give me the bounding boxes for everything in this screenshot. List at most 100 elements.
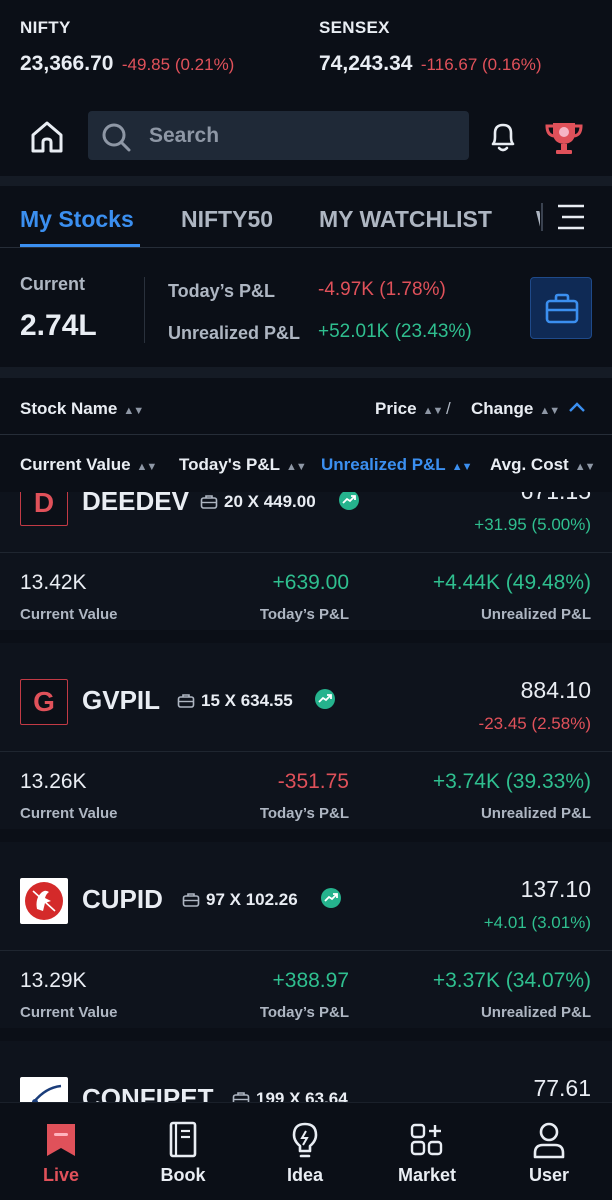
nav-label: Live <box>42 1165 80 1185</box>
nav-market[interactable]: Market <box>366 1103 488 1200</box>
holding-qty-text: 20 X 449.00 <box>224 492 316 511</box>
header-slash: / <box>446 399 451 418</box>
index-value: 74,243.34 <box>319 52 413 75</box>
card-divider <box>0 552 612 553</box>
tab-my-stocks[interactable]: My Stocks <box>20 206 134 233</box>
holding-qty: 97 X 102.26 <box>182 890 298 910</box>
unrealized-pl: +3.37K (34.07%) <box>432 969 591 992</box>
todays-pl-label: Today’s P&L <box>168 281 276 301</box>
briefcase-icon <box>545 293 579 324</box>
sort-stock-name[interactable]: Stock Name ▲▼ <box>20 399 144 419</box>
stock-change: +31.95 (5.00%) <box>474 515 591 534</box>
stock-logo <box>20 878 68 924</box>
sort-price[interactable]: Price ▲▼ <box>375 399 443 419</box>
active-tab-indicator <box>20 244 140 247</box>
chevron-up-icon[interactable] <box>568 400 586 414</box>
todays-pl: +639.00 <box>272 571 350 594</box>
index-value: 23,366.70 <box>20 52 114 75</box>
briefcase-icon <box>200 495 218 509</box>
portfolio-summary: Current 2.74L Today’s P&L -4.97K (1.78%)… <box>0 249 612 367</box>
stock-price: 77.61 <box>533 1075 591 1101</box>
tab-my-watchlist[interactable]: MY WATCHLIST <box>319 206 492 233</box>
nav-user[interactable]: User <box>488 1103 610 1200</box>
holding-qty-text: 97 X 102.26 <box>206 890 298 909</box>
menu-icon[interactable] <box>540 200 588 234</box>
live-icon <box>47 1124 75 1156</box>
current-value: 2.74L <box>20 309 97 342</box>
index-nifty[interactable]: NIFTY 23,366.70 -49.85 (0.21%) <box>20 18 234 76</box>
sort-todays-pl[interactable]: Today's P&L ▲▼ <box>179 455 307 475</box>
current-value: 13.26K <box>20 770 87 793</box>
bulb-icon <box>292 1122 318 1158</box>
card-divider <box>0 751 612 752</box>
current-value-label: Current Value <box>20 1004 118 1021</box>
sort-arrows-icon: ▲▼ <box>136 461 158 473</box>
stock-symbol: CONFIPET <box>82 1083 214 1102</box>
index-change: -116.67 (0.16%) <box>420 55 542 74</box>
sort-label: Stock Name <box>20 399 118 418</box>
holding-qty: 15 X 634.55 <box>177 691 293 711</box>
tab-nifty50[interactable]: NIFTY50 <box>181 206 273 233</box>
cupid-logo-icon <box>25 882 63 920</box>
current-value-label: Current Value <box>20 805 118 822</box>
index-sensex[interactable]: SENSEX 74,243.34 -116.67 (0.16%) <box>319 18 542 76</box>
stock-logo: G <box>20 679 68 725</box>
sort-label: Change <box>471 399 534 418</box>
stock-symbol: GVPIL <box>82 685 161 715</box>
search-placeholder: Search <box>149 124 220 147</box>
section-separator <box>0 367 612 378</box>
stock-list[interactable]: D DEEDEV 20 X 449.00 671.15 +31.95 (5.00… <box>0 492 612 1102</box>
briefcase-button[interactable] <box>530 277 592 339</box>
briefcase-icon <box>177 694 195 708</box>
sort-change[interactable]: Change ▲▼ <box>471 399 560 419</box>
unrealized-pl-label: Unrealized P&L <box>168 323 301 343</box>
stock-symbol: DEEDEV <box>82 492 189 516</box>
nav-live[interactable]: Live <box>0 1103 122 1200</box>
trend-up-icon <box>315 689 335 709</box>
briefcase-icon <box>232 1092 250 1102</box>
todays-pl: -351.75 <box>277 770 349 793</box>
stock-logo: D <box>20 492 68 526</box>
sort-current-value[interactable]: Current Value ▲▼ <box>20 455 158 475</box>
sort-arrows-icon: ▲▼ <box>539 405 560 417</box>
stock-card[interactable]: G GVPIL 15 X 634.55 884.10 -23.45 (2.58%… <box>0 643 612 829</box>
todays-pl-label: Today’s P&L <box>259 606 349 623</box>
current-value-label: Current Value <box>20 606 118 623</box>
holding-qty: 199 X 63.64 <box>232 1089 348 1102</box>
card-divider <box>0 950 612 951</box>
sort-arrows-icon: ▲▼ <box>123 405 144 417</box>
search-bar[interactable]: Search <box>88 111 469 160</box>
unrealized-pl-value: +52.01K (23.43%) <box>318 321 472 342</box>
stock-card[interactable]: D DEEDEV 20 X 449.00 671.15 +31.95 (5.00… <box>0 492 612 630</box>
trophy-icon[interactable] <box>544 119 584 157</box>
holding-qty-text: 15 X 634.55 <box>201 691 293 710</box>
stock-card[interactable]: CUPID 97 X 102.26 137.10 +4.01 (3.01%) 1… <box>0 842 612 1028</box>
bell-icon[interactable] <box>487 120 519 154</box>
sort-avg-cost[interactable]: Avg. Cost ▲▼ <box>490 455 595 475</box>
stock-card[interactable]: CONFIPET 199 X 63.64 77.61 <box>0 1041 612 1102</box>
market-indices: NIFTY 23,366.70 -49.85 (0.21%) SENSEX 74… <box>0 0 612 100</box>
sort-header-row-secondary: Current Value ▲▼ Today's P&L ▲▼ Unrealized… <box>0 436 612 492</box>
sort-unrealized-pl[interactable]: Unrealized P&L ▲▼ <box>321 455 472 475</box>
stock-logo <box>20 1077 68 1102</box>
stock-price: 884.10 <box>520 677 591 703</box>
trend-up-icon <box>339 492 359 510</box>
divider <box>144 277 145 343</box>
current-label: Current <box>20 274 86 294</box>
sort-label: Avg. Cost <box>490 455 569 474</box>
stock-price: 137.10 <box>520 876 591 902</box>
nav-book[interactable]: Book <box>122 1103 244 1200</box>
holding-qty-text: 199 X 63.64 <box>256 1089 348 1102</box>
index-change: -49.85 (0.21%) <box>121 55 235 74</box>
sort-label: Current Value <box>20 455 131 474</box>
todays-pl-label: Today’s P&L <box>259 1004 349 1021</box>
user-icon <box>533 1122 565 1159</box>
nav-idea[interactable]: Idea <box>244 1103 366 1200</box>
home-icon[interactable] <box>28 118 66 156</box>
nav-label: Idea <box>286 1165 324 1185</box>
stock-symbol: CUPID <box>82 884 163 914</box>
nav-label: Book <box>160 1165 206 1185</box>
todays-pl: +388.97 <box>272 969 350 992</box>
current-value: 13.42K <box>20 571 87 594</box>
stock-change: -23.45 (2.58%) <box>478 714 591 733</box>
